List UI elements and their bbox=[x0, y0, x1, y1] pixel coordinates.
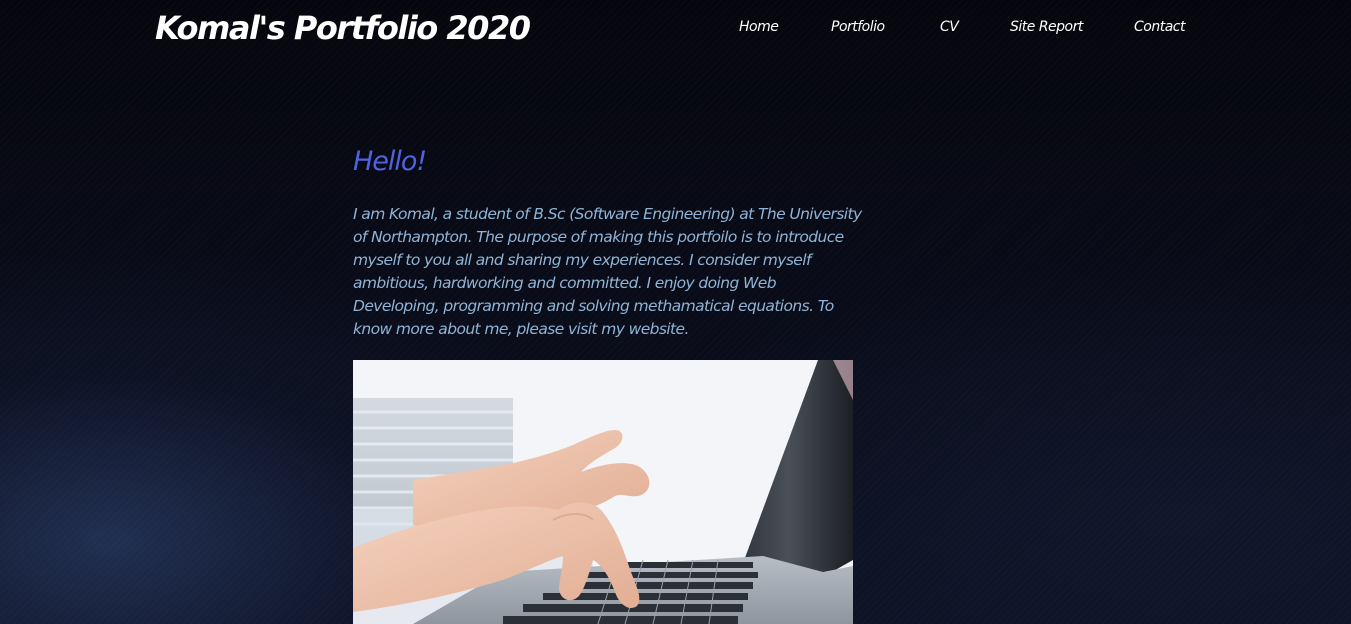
intro-paragraph: I am Komal, a student of B.Sc (Software … bbox=[353, 205, 862, 338]
nav-link-home[interactable]: Home bbox=[739, 17, 779, 37]
nav-link-contact[interactable]: Contact bbox=[1134, 17, 1185, 37]
nav-link-portfolio[interactable]: Portfolio bbox=[831, 17, 885, 37]
laptop-typing-photo bbox=[353, 360, 853, 624]
greeting-heading: Hello! bbox=[353, 146, 427, 177]
site-title: Komal's Portfolio 2020 bbox=[155, 9, 531, 47]
nav-link-site-report[interactable]: Site Report bbox=[1010, 17, 1083, 37]
nav-link-cv[interactable]: CV bbox=[940, 17, 959, 37]
